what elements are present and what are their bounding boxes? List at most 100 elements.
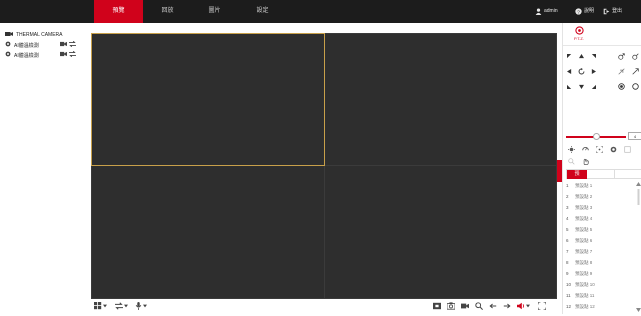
tab-divider [614,170,615,179]
record-icon[interactable] [60,41,67,49]
preset-item[interactable]: 8 預設點 8 [566,257,592,268]
speaker-icon [517,302,525,312]
tab-preview[interactable]: 預覽 [94,0,143,23]
ptz-left-button[interactable] [565,67,573,75]
volume-button[interactable] [517,302,530,311]
regional-focus-button[interactable] [623,145,631,153]
camera-capture-icon [446,301,456,312]
preset-item[interactable]: 7 預設點 7 [566,246,592,257]
preset-item[interactable]: 1 預設點 1 [566,180,592,191]
fullscreen-button[interactable] [537,300,547,312]
tab-picture[interactable]: 圖片 [192,0,237,23]
stream-type-button[interactable] [115,301,128,312]
ptz-down-left-button[interactable] [565,82,573,90]
channel-camera-icon [5,41,11,49]
top-navigation-bar: 預覽 回放 圖片 設定 admin ? 說明 登出 [0,0,641,23]
video-grid [91,33,557,299]
manual-tracking-button[interactable] [581,157,589,165]
record-icon[interactable] [60,51,67,59]
ptz-auto-button[interactable] [577,67,585,75]
regional-exposure-button[interactable] [567,157,575,165]
preset-item[interactable]: 10 預設點 10 [566,279,595,290]
zoom-in-button[interactable] [617,52,625,60]
arrow-left-icon [489,302,497,312]
light-button[interactable] [567,145,575,153]
preset-item[interactable]: 4 預設點 4 [566,213,592,224]
fullscreen-icon [537,300,547,312]
stop-preview-icon [433,302,441,312]
ptz-down-right-button[interactable] [589,82,597,90]
ptz-up-button[interactable] [577,52,585,60]
stream-switch-icon[interactable] [69,50,76,59]
user-menu[interactable]: admin [535,0,558,23]
capture-button[interactable] [446,301,456,312]
preview-toolbar [91,299,557,314]
tree-root[interactable]: THERMAL CAMERA [5,31,63,39]
audio-button[interactable] [135,301,147,312]
preset-item[interactable]: 3 預設點 3 [566,202,592,213]
ptz-right-button[interactable] [589,67,597,75]
tab-preset[interactable]: 預 [567,170,587,179]
channel-label: AI體溫檢測 [14,42,39,49]
lens-init-button[interactable] [609,145,617,153]
tree-channel-2[interactable]: AI體溫檢測 [5,50,76,59]
dropdown-arrow-icon [526,304,530,310]
tree-root-label: THERMAL CAMERA [16,32,63,38]
preset-item[interactable]: 6 預設點 6 [566,235,592,246]
iris-open-button[interactable] [617,82,625,90]
stream-switch-icon[interactable] [69,40,76,49]
camera-device-icon [5,31,13,39]
preset-list-scrollbar[interactable] [636,180,641,314]
wiper-button[interactable] [581,145,589,153]
arrow-right-icon [503,302,511,312]
tree-channel-1[interactable]: AI體溫檢測 [5,40,76,49]
dropdown-arrow-icon [124,304,128,310]
grid-layout-icon [94,301,102,312]
ptz-speed-value: 4 [628,132,641,140]
ptz-icon [574,26,584,35]
focus-far-button[interactable] [631,67,639,75]
logout-icon [603,8,610,15]
channel-tree: THERMAL CAMERA AI體溫檢測 AI體溫檢測 [0,23,91,314]
digital-zoom-button[interactable] [475,301,483,312]
user-icon [535,8,542,15]
ptz-panel: P.T.Z. 4 預 1 預設點 1 2 預設點 2 3 預設點 3 4 預設點 4 5… [562,23,641,314]
logout-label: 登出 [612,8,623,14]
help-link[interactable]: ? 說明 [575,0,594,23]
ptz-up-right-button[interactable] [589,52,597,60]
help-label: 說明 [584,8,595,14]
video-record-icon [461,302,469,312]
stop-all-button[interactable] [433,302,441,311]
preset-item[interactable]: 11 預設點 11 [566,290,594,301]
focus-near-button[interactable] [617,67,625,75]
ptz-header: P.T.Z. [570,26,588,43]
tab-settings[interactable]: 設定 [240,0,285,23]
logout-link[interactable]: 登出 [603,0,622,23]
dropdown-arrow-icon [143,304,147,310]
window-layout-button[interactable] [94,301,107,312]
zoom-icon [475,301,483,312]
microphone-icon [135,301,142,312]
preset-item[interactable]: 9 預設點 9 [566,268,592,279]
preset-item[interactable]: 2 預設點 2 [566,191,592,202]
video-window-1[interactable] [91,33,325,166]
previous-page-button[interactable] [489,302,497,311]
ptz-up-left-button[interactable] [565,52,573,60]
preset-item[interactable]: 5 預設點 5 [566,224,592,235]
tab-playback[interactable]: 回放 [145,0,190,23]
help-icon: ? [575,8,582,15]
ptz-speed-slider-handle[interactable] [593,133,600,140]
video-window-3[interactable] [92,166,324,298]
channel-camera-icon [5,51,11,59]
next-page-button[interactable] [503,302,511,311]
stream-switch-icon [115,301,123,312]
auxiliary-focus-button[interactable] [595,145,603,153]
video-window-2[interactable] [325,34,556,165]
ptz-down-button[interactable] [577,82,585,90]
record-button[interactable] [461,302,469,311]
svg-text:?: ? [577,9,580,15]
preset-item[interactable]: 12 預設點 12 [566,301,595,312]
video-window-4[interactable] [325,166,556,298]
zoom-out-button[interactable] [631,52,639,60]
iris-close-button[interactable] [631,82,639,90]
